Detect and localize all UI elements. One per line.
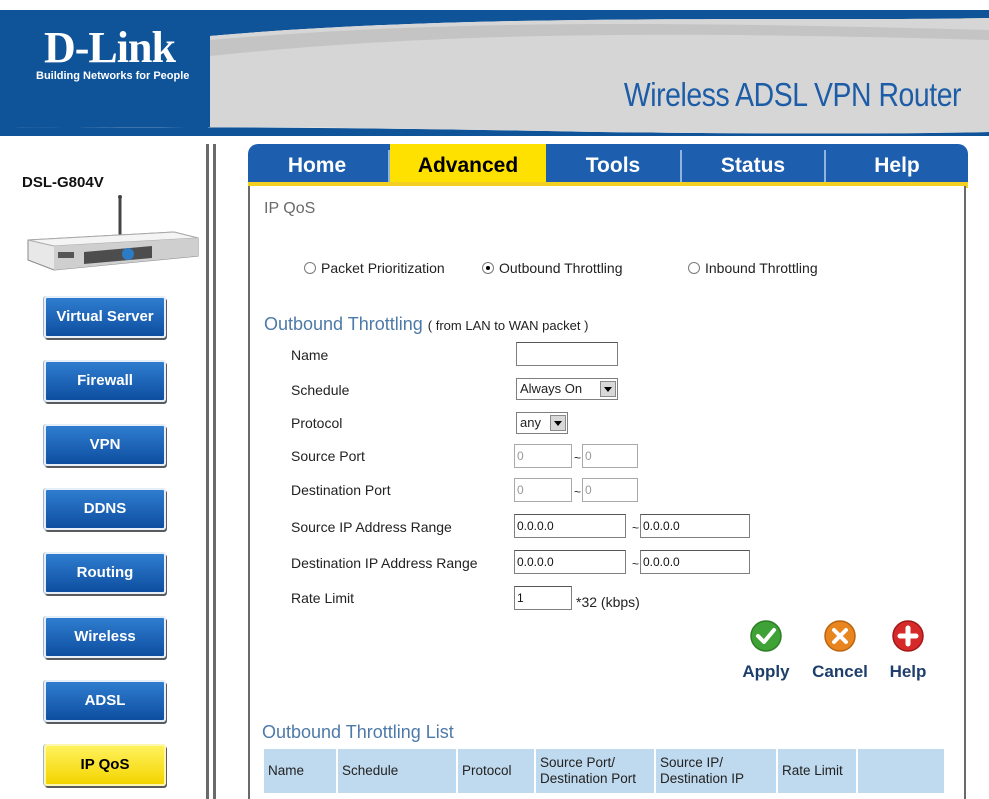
section-subtitle: ( from LAN to WAN packet ) [427, 318, 589, 333]
brand-name: D-Link [44, 23, 176, 72]
protocol-label: Protocol [291, 415, 343, 431]
source-port-label: Source Port [291, 448, 365, 464]
name-label: Name [291, 347, 329, 363]
table-header-row: Name Schedule Protocol Source Port/ Dest… [264, 749, 944, 793]
sidebar-divider [206, 144, 209, 799]
source-port-from-input[interactable]: 0 [514, 444, 572, 468]
x-icon [824, 620, 856, 652]
radio-packet-prioritization[interactable]: Packet Prioritization [304, 260, 445, 276]
destination-ip-from-input[interactable]: 0.0.0.0 [514, 550, 626, 574]
column-header-schedule: Schedule [338, 749, 456, 793]
sidebar-item-vpn[interactable]: VPN [44, 424, 166, 466]
apply-label: Apply [742, 662, 790, 681]
chevron-down-icon [550, 415, 566, 431]
source-ip-range-label: Source IP Address Range [291, 519, 452, 535]
radio-button[interactable] [304, 262, 316, 274]
radio-label: Outbound Throttling [499, 260, 623, 276]
sidebar-item-wireless[interactable]: Wireless [44, 616, 166, 658]
tab-help[interactable]: Help [826, 148, 968, 182]
router-device-image [27, 195, 199, 271]
range-separator: ~ [632, 557, 640, 571]
dlink-logo: D-Link Building Networks for People [8, 20, 204, 96]
column-header-source-destination-port: Source Port/ Destination Port [536, 749, 654, 793]
help-label: Help [889, 662, 927, 681]
sidebar-item-adsl[interactable]: ADSL [44, 680, 166, 722]
list-title: Outbound Throttling List [262, 722, 454, 742]
column-header-protocol: Protocol [458, 749, 534, 793]
tab-status[interactable]: Status [682, 148, 824, 182]
radio-label: Inbound Throttling [705, 260, 818, 276]
protocol-select[interactable]: any [516, 412, 568, 434]
range-separator: ~ [574, 451, 582, 465]
chevron-down-icon [600, 381, 616, 397]
apply-button[interactable]: Apply [730, 616, 802, 686]
check-icon [750, 620, 782, 652]
model-label: DSL-G804V [22, 174, 104, 191]
brand-tagline: Building Networks for People [36, 70, 190, 82]
main-tabs: Home Advanced Tools Status Help [248, 144, 968, 188]
sidebar-item-firewall[interactable]: Firewall [44, 360, 166, 402]
schedule-select[interactable]: Always On [516, 378, 618, 400]
column-header-source-destination-ip: Source IP/ Destination IP [656, 749, 776, 793]
tab-home[interactable]: Home [248, 148, 386, 182]
plus-icon [892, 620, 924, 652]
protocol-select-value: any [520, 415, 541, 430]
product-title: Wireless ADSL VPN Router [623, 76, 962, 113]
destination-port-from-input[interactable]: 0 [514, 478, 572, 502]
source-ip-from-input[interactable]: 0.0.0.0 [514, 514, 626, 538]
destination-port-label: Destination Port [291, 482, 391, 498]
radio-button[interactable] [688, 262, 700, 274]
destination-ip-to-input[interactable]: 0.0.0.0 [640, 550, 750, 574]
column-header-actions [858, 749, 944, 793]
destination-port-to-input[interactable]: 0 [582, 478, 638, 502]
radio-label: Packet Prioritization [321, 260, 445, 276]
column-header-rate-limit: Rate Limit [778, 749, 856, 793]
name-input[interactable] [516, 342, 618, 366]
source-ip-to-input[interactable]: 0.0.0.0 [640, 514, 750, 538]
tab-advanced[interactable]: Advanced [390, 144, 546, 186]
sidebar-item-routing[interactable]: Routing [44, 552, 166, 594]
header: D-Link Building Networks for People Wire… [0, 0, 989, 136]
section-title: Outbound Throttling ( from LAN to WAN pa… [264, 314, 588, 335]
tab-tools[interactable]: Tools [546, 148, 680, 182]
schedule-select-value: Always On [520, 381, 583, 396]
cancel-button[interactable]: Cancel [804, 616, 876, 686]
sidebar-divider [213, 144, 216, 799]
range-separator: ~ [574, 485, 582, 499]
rate-limit-label: Rate Limit [291, 590, 355, 606]
sidebar-item-ddns[interactable]: DDNS [44, 488, 166, 530]
cancel-label: Cancel [812, 662, 868, 681]
radio-inbound-throttling[interactable]: Inbound Throttling [688, 260, 818, 276]
radio-outbound-throttling[interactable]: Outbound Throttling [482, 260, 623, 276]
section-title-text: Outbound Throttling [264, 314, 423, 334]
source-port-to-input[interactable]: 0 [582, 444, 638, 468]
page-title: IP QoS [264, 200, 316, 217]
rate-limit-input[interactable]: 1 [514, 586, 572, 610]
schedule-label: Schedule [291, 382, 350, 398]
destination-ip-range-label: Destination IP Address Range [291, 555, 478, 571]
radio-button-selected[interactable] [482, 262, 494, 274]
main-content: IP QoS Packet Prioritization Outbound Th… [248, 186, 966, 799]
column-header-name: Name [264, 749, 336, 793]
rate-limit-unit: *32 (kbps) [576, 594, 640, 610]
help-button[interactable]: Help [872, 616, 944, 686]
range-separator: ~ [632, 521, 640, 535]
sidebar: DSL-G804V Virtual Server Firewall VPN DD… [0, 136, 228, 799]
sidebar-item-virtual-server[interactable]: Virtual Server [44, 296, 166, 338]
sidebar-item-ip-qos[interactable]: IP QoS [44, 744, 166, 786]
throttling-list-table: Name Schedule Protocol Source Port/ Dest… [262, 747, 946, 795]
